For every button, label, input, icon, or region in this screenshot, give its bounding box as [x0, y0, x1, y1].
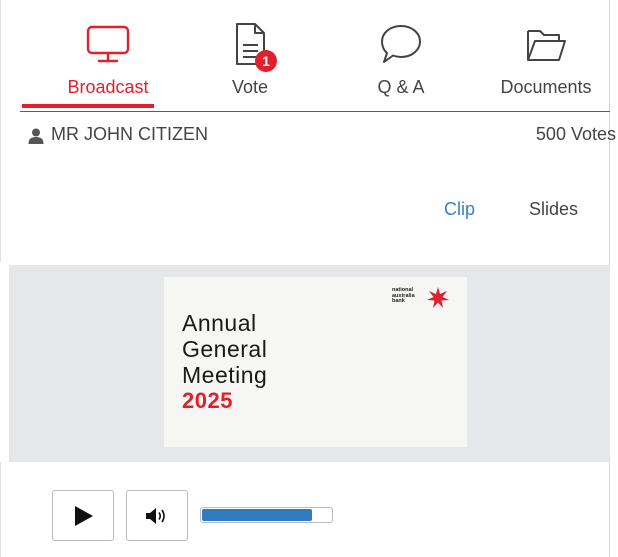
- nab-logo-text: national australia bank: [392, 287, 422, 305]
- speaker-icon: [146, 507, 165, 524]
- presentation-slide: Annual General Meeting 2025 national aus…: [164, 277, 467, 447]
- nab-logo-line-3: bank: [392, 298, 405, 304]
- user-name: MR JOHN CITIZEN: [51, 124, 208, 144]
- vote-notification-badge: 1: [255, 50, 277, 72]
- slide-title-line-3: Meeting: [182, 362, 268, 388]
- nab-star-logo-icon: [427, 287, 449, 308]
- monitor-icon: [86, 25, 130, 63]
- folder-icon: [527, 30, 566, 61]
- panel-border-left-bottom: [0, 462, 1, 557]
- play-icon: [75, 505, 93, 526]
- tab-vote-label: Vote: [231, 77, 269, 97]
- tab-documents[interactable]: Documents: [482, 0, 610, 112]
- slide-title: Annual General Meeting: [182, 310, 267, 388]
- tab-broadcast[interactable]: Broadcast: [42, 0, 174, 112]
- view-clip-link[interactable]: Clip: [444, 199, 475, 220]
- active-tab-indicator: [22, 104, 154, 108]
- slide-title-line-1: Annual: [182, 310, 257, 336]
- slide-title-line-2: General: [182, 336, 268, 362]
- user-icon: [28, 128, 44, 144]
- play-button[interactable]: [52, 490, 114, 541]
- tab-vote[interactable]: 1 Vote: [205, 0, 295, 112]
- tab-documents-label: Documents: [500, 77, 592, 97]
- vote-count: 500 Votes: [535, 124, 616, 144]
- tab-broadcast-label: Broadcast: [67, 77, 149, 97]
- tab-bar: Broadcast 1 Vote Q & A Documents: [20, 0, 610, 112]
- slide-year: 2025: [182, 388, 233, 413]
- volume-button[interactable]: [126, 490, 188, 541]
- speech-bubble-icon: [381, 25, 421, 63]
- tab-qa-label: Q & A: [377, 77, 425, 97]
- volume-slider-fill: [202, 509, 313, 521]
- tab-qa[interactable]: Q & A: [346, 0, 456, 112]
- view-slides-link[interactable]: Slides: [529, 199, 578, 220]
- volume-slider[interactable]: [200, 507, 333, 523]
